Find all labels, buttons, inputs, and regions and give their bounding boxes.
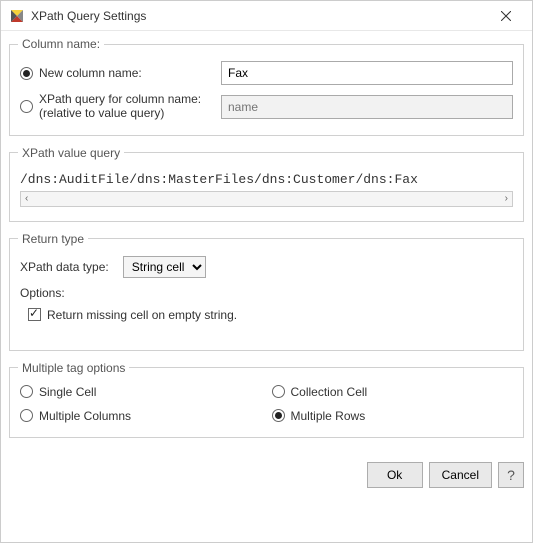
group-column-name: Column name: New column name: XPath quer… bbox=[9, 37, 524, 136]
checkbox-return-missing[interactable] bbox=[28, 308, 41, 321]
radio-new-column[interactable] bbox=[20, 67, 33, 80]
label-single-cell: Single Cell bbox=[39, 385, 96, 399]
app-icon bbox=[9, 8, 25, 24]
label-data-type: XPath data type: bbox=[20, 260, 109, 274]
legend-column-name: Column name: bbox=[18, 37, 104, 51]
input-new-column[interactable] bbox=[221, 61, 513, 85]
label-new-column: New column name: bbox=[39, 66, 142, 80]
legend-multiple-tag: Multiple tag options bbox=[18, 361, 129, 375]
scroll-right-icon[interactable]: › bbox=[505, 193, 508, 204]
select-data-type[interactable]: String cell bbox=[123, 256, 206, 278]
legend-value-query: XPath value query bbox=[18, 146, 124, 160]
value-query-scrollbar[interactable]: ‹ › bbox=[20, 191, 513, 207]
label-collection-cell: Collection Cell bbox=[291, 385, 368, 399]
radio-multiple-rows[interactable] bbox=[272, 409, 285, 422]
group-return-type: Return type XPath data type: String cell… bbox=[9, 232, 524, 351]
value-query-text[interactable]: /dns:AuditFile/dns:MasterFiles/dns:Custo… bbox=[20, 170, 513, 191]
radio-single-cell[interactable] bbox=[20, 385, 33, 398]
input-xpath-column[interactable] bbox=[221, 95, 513, 119]
label-options: Options: bbox=[20, 286, 513, 300]
scroll-left-icon[interactable]: ‹ bbox=[25, 193, 28, 204]
close-icon[interactable] bbox=[486, 2, 526, 30]
radio-multiple-columns[interactable] bbox=[20, 409, 33, 422]
group-value-query: XPath value query /dns:AuditFile/dns:Mas… bbox=[9, 146, 524, 222]
label-multiple-columns: Multiple Columns bbox=[39, 409, 131, 423]
radio-xpath-column[interactable] bbox=[20, 100, 33, 113]
help-button[interactable]: ? bbox=[498, 462, 524, 488]
ok-button[interactable]: Ok bbox=[367, 462, 423, 488]
label-xpath-column: XPath query for column name: (relative t… bbox=[39, 93, 201, 121]
group-multiple-tag: Multiple tag options Single Cell Collect… bbox=[9, 361, 524, 438]
cancel-button[interactable]: Cancel bbox=[429, 462, 492, 488]
radio-collection-cell[interactable] bbox=[272, 385, 285, 398]
label-multiple-rows: Multiple Rows bbox=[291, 409, 366, 423]
help-icon: ? bbox=[507, 467, 515, 483]
label-return-missing: Return missing cell on empty string. bbox=[47, 308, 237, 322]
window-title: XPath Query Settings bbox=[31, 9, 146, 23]
legend-return-type: Return type bbox=[18, 232, 88, 246]
titlebar: XPath Query Settings bbox=[1, 1, 532, 31]
dialog-buttons: Ok Cancel ? bbox=[1, 456, 532, 494]
